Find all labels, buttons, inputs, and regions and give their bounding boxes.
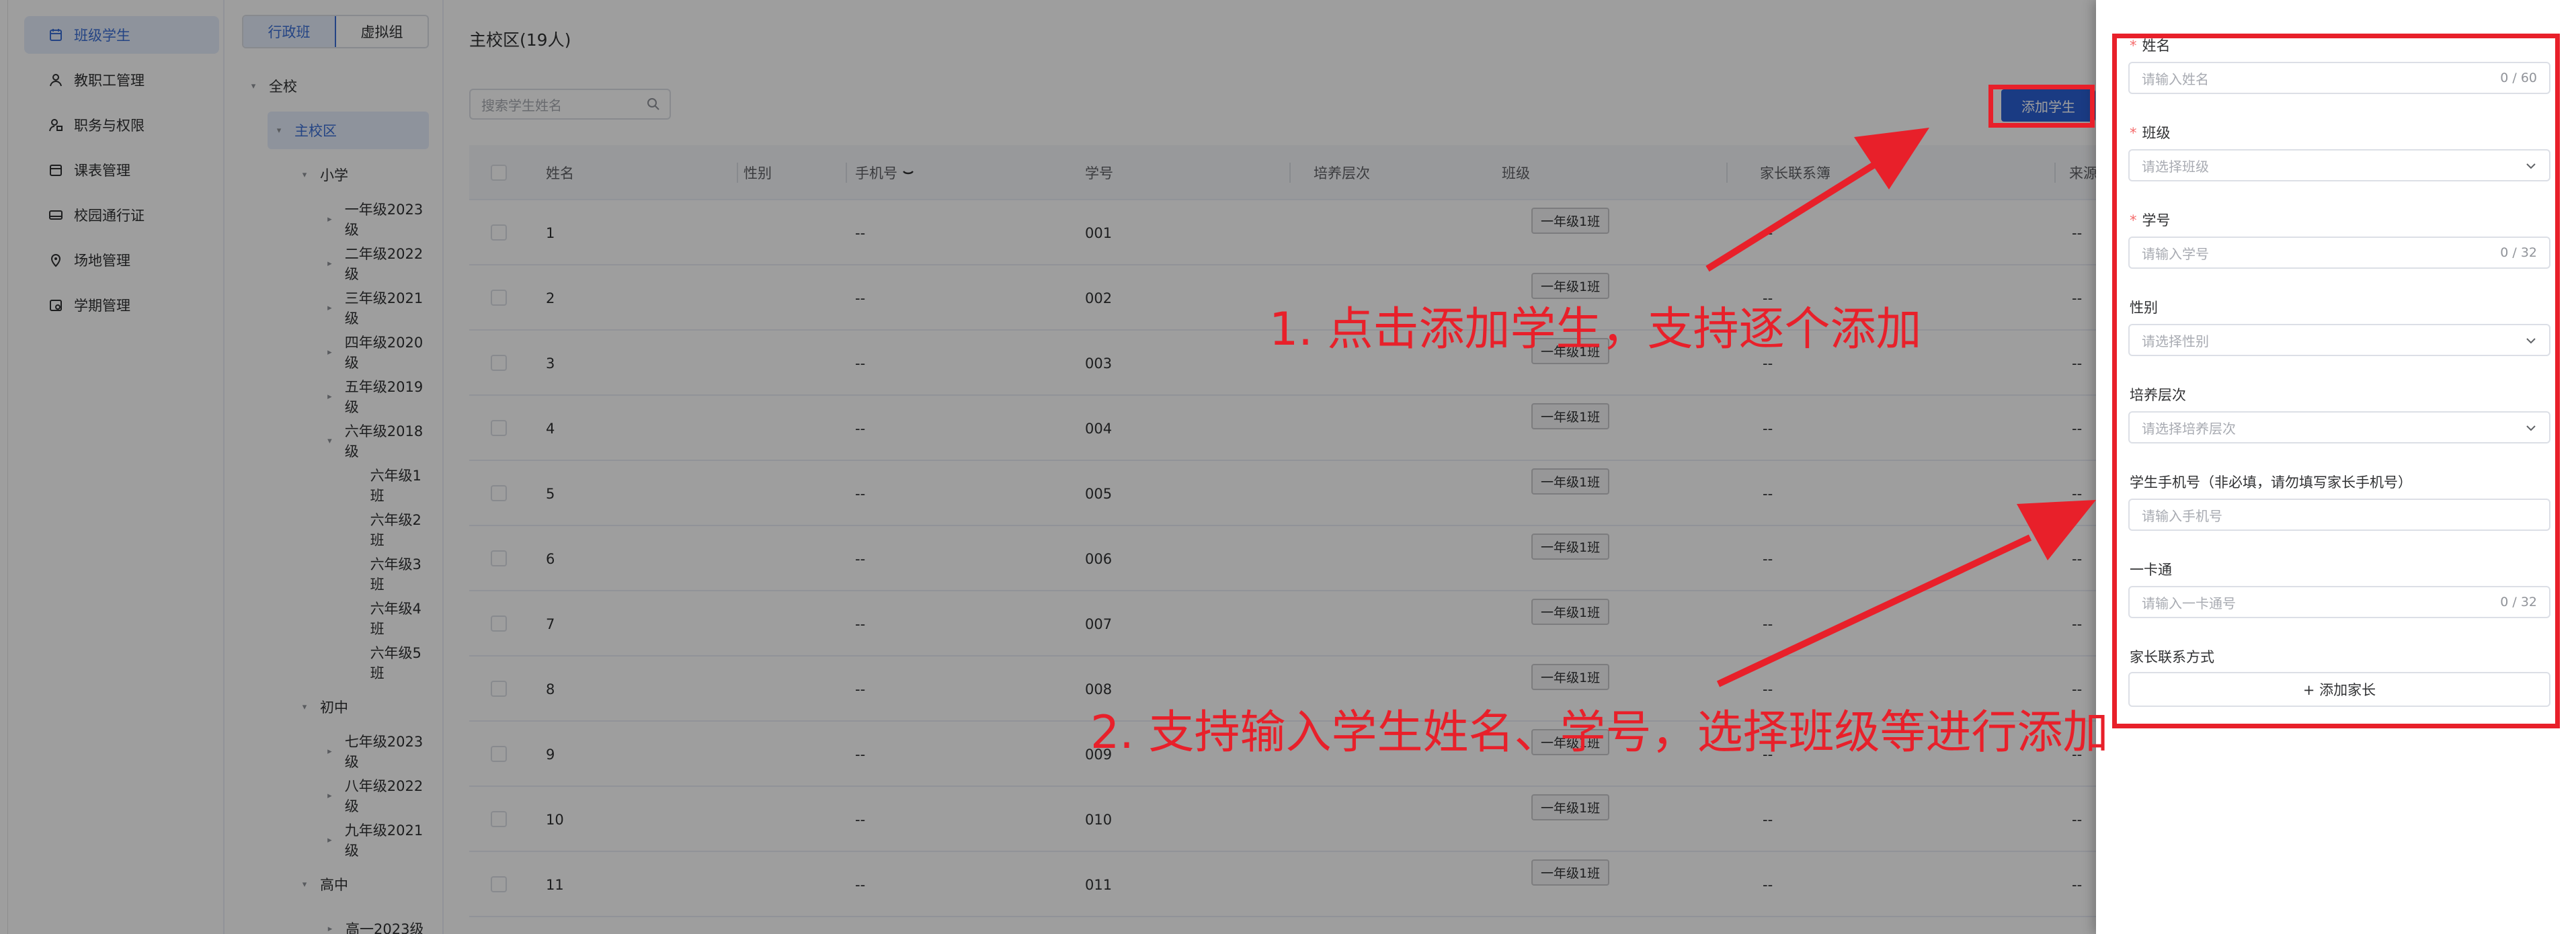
annotation-step1: 1. 点击添加学生，支持逐个添加 xyxy=(1269,303,1922,356)
highlight-add-button xyxy=(1988,85,2095,128)
app-window: 班级学生 教职工管理 职务与权限 课表管理 校园通行证 场地管理 学期管理 行政… xyxy=(0,0,2576,934)
highlight-form xyxy=(2112,34,2560,728)
modal-mask[interactable] xyxy=(0,0,2096,934)
annotation-step2: 2. 支持输入学生姓名、学号，选择班级等进行添加 xyxy=(1090,706,2109,759)
